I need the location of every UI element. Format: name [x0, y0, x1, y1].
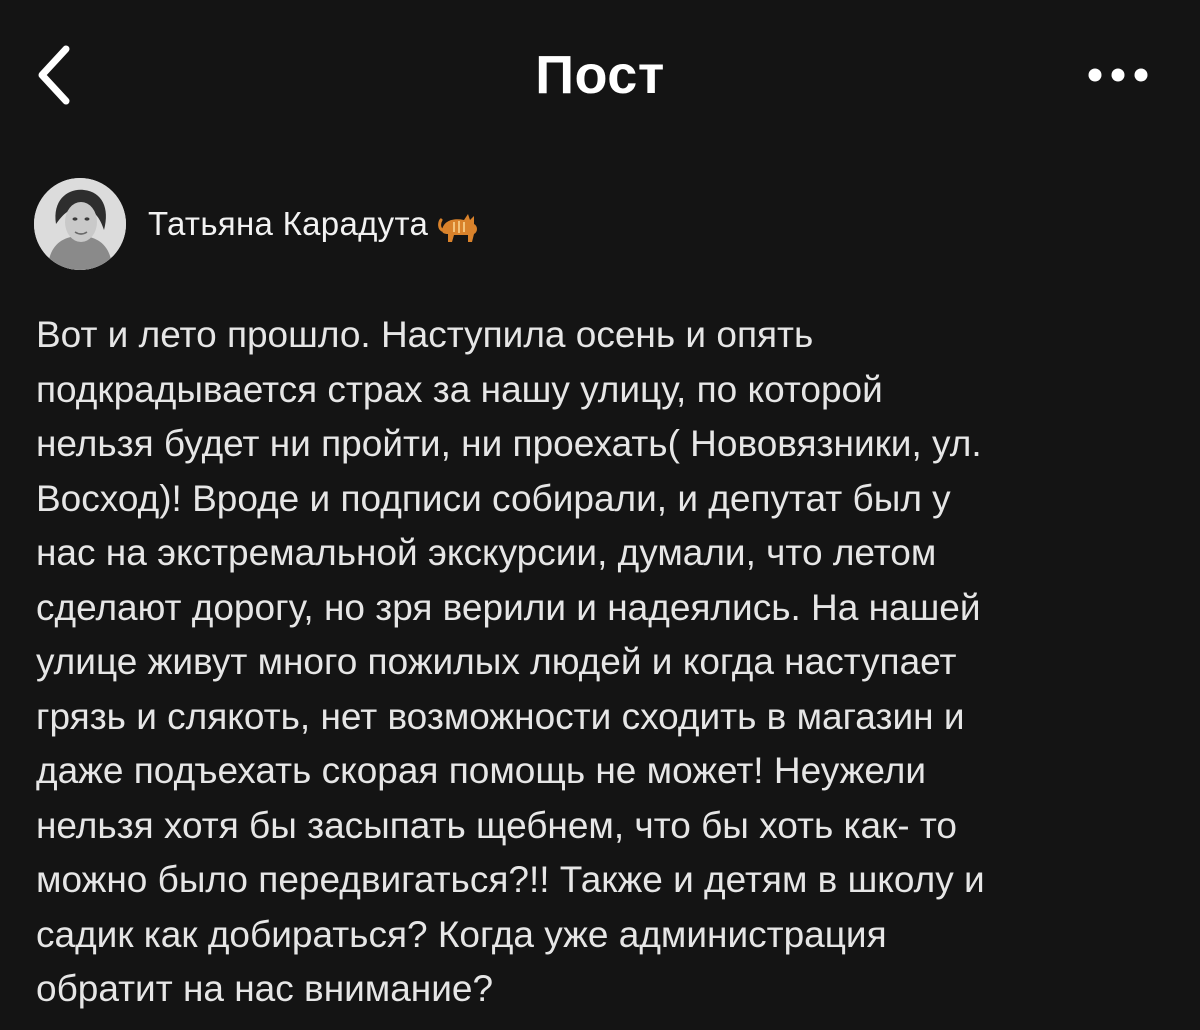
- post-line: нельзя будет ни пройти, ни проехать( Нов…: [36, 423, 982, 464]
- post-body: Вот и лето прошло. Наступила осень и опя…: [36, 308, 1176, 1017]
- post-line: Восход)! Вроде и подписи собирали, и деп…: [36, 477, 951, 519]
- page-title: Пост: [535, 45, 665, 105]
- post-line: подкрадывается страх за нашу улицу, по к…: [36, 368, 883, 410]
- more-horizontal-icon: [1088, 68, 1148, 82]
- post-line: сделают дорогу, но зря верили и надеялис…: [36, 586, 981, 628]
- more-options-button[interactable]: [1078, 50, 1158, 100]
- post-line: садик как добираться? Когда уже админист…: [36, 913, 887, 955]
- avatar[interactable]: [34, 178, 126, 270]
- cat-icon: [438, 214, 478, 242]
- post-line: обратит на нас внимание?: [36, 968, 494, 1009]
- post-line: Вот и лето прошло. Наступила осень и опя…: [36, 314, 814, 355]
- post-line: грязь и слякоть, нет возможности сходить…: [36, 695, 965, 737]
- post-line: нас на экстремальной экскурсии, думали, …: [36, 532, 937, 573]
- post-line: улице живут много пожилых людей и когда …: [36, 641, 957, 682]
- post-line: можно было передвигаться?!! Также и детя…: [36, 859, 985, 900]
- author-name[interactable]: Татьяна Карадута: [148, 205, 428, 243]
- post-line: нельзя хотя бы засыпать щебнем, что бы х…: [36, 804, 957, 846]
- author-row[interactable]: Татьяна Карадута: [34, 178, 482, 270]
- post-line: даже подъехать скорая помощь не может! Н…: [36, 750, 927, 791]
- nav-bar: Пост: [0, 0, 1200, 150]
